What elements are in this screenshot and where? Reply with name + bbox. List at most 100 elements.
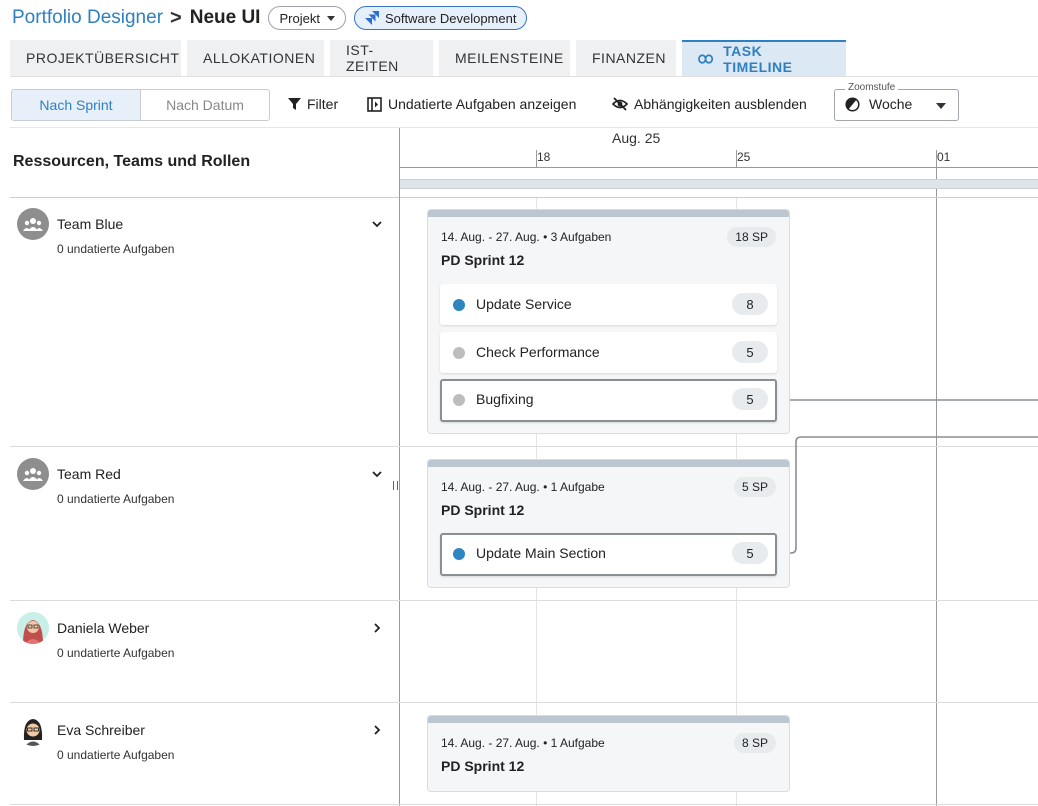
tab-label: MEILENSTEINE <box>455 50 564 66</box>
resize-handle-icon[interactable] <box>393 481 398 490</box>
sprint-meta: 14. Aug. - 27. Aug. • 1 Aufgabe <box>441 480 605 494</box>
timeline-tick <box>536 150 537 167</box>
sprint-meta: 14. Aug. - 27. Aug. • 3 Aufgaben <box>441 230 612 244</box>
timeline-tick <box>736 150 737 167</box>
breadcrumb-separator: > <box>170 6 182 29</box>
chevron-down-icon <box>936 103 946 109</box>
tab-label: TASK TIMELINE <box>723 43 793 75</box>
undated-tasks-icon <box>367 96 382 112</box>
row-divider <box>10 446 1038 447</box>
month-boundary-line <box>936 150 937 806</box>
task-card[interactable]: Update Service 8 <box>440 284 777 325</box>
status-dot <box>453 548 465 560</box>
chevron-down-icon[interactable] <box>371 218 383 230</box>
portfolio-link[interactable]: Portfolio Designer <box>12 7 163 29</box>
story-points-badge: 18 SP <box>727 227 776 247</box>
task-label: Update Main Section <box>476 545 606 561</box>
avatar <box>17 714 49 746</box>
zoom-select-value: Woche <box>869 96 913 112</box>
sprint-band <box>400 179 1038 189</box>
resource-name: Team Red <box>57 466 121 482</box>
integration-chip[interactable]: Software Development <box>353 6 528 30</box>
task-card[interactable]: Check Performance 5 <box>440 332 777 373</box>
tab-meilensteine[interactable]: MEILENSTEINE <box>439 40 570 76</box>
status-dot <box>453 299 465 311</box>
page-title: Neue UI <box>189 7 261 28</box>
filter-button[interactable]: Filter <box>288 96 338 112</box>
sprint-card-header-bar <box>428 716 789 723</box>
tab-allokationen[interactable]: ALLOKATIONEN <box>187 40 324 76</box>
undated-count: 0 undatierte Aufgaben <box>57 646 175 660</box>
tab-ist-zeiten[interactable]: IST-ZEITEN <box>330 40 433 76</box>
undated-count: 0 undatierte Aufgaben <box>57 242 175 256</box>
person-avatar-icon <box>23 620 43 644</box>
sprint-card-header-bar <box>428 460 789 467</box>
hide-dependencies-button[interactable]: Abhängigkeiten ausblenden <box>612 96 807 112</box>
show-undated-button[interactable]: Undatierte Aufgaben anzeigen <box>367 96 576 112</box>
resource-column-header: Ressourcen, Teams und Rollen <box>13 153 251 170</box>
timeline-day-label: 18 <box>537 150 551 164</box>
project-chip[interactable]: Projekt <box>268 6 346 30</box>
sprint-title: PD Sprint 12 <box>441 758 525 774</box>
hide-dependencies-label: Abhängigkeiten ausblenden <box>634 96 807 112</box>
undated-count: 0 undatierte Aufgaben <box>57 748 175 762</box>
chevron-right-icon[interactable] <box>371 724 383 736</box>
zoom-level-icon <box>845 96 860 112</box>
view-by-sprint-button[interactable]: Nach Sprint <box>12 90 141 120</box>
team-icon <box>23 218 43 231</box>
story-points-badge: 5 SP <box>733 477 776 497</box>
timeline-day-label: 01 <box>937 150 951 164</box>
tab-projektuebersicht[interactable]: PROJEKTÜBERSICHT <box>10 40 181 76</box>
sprint-card[interactable]: 14. Aug. - 27. Aug. • 3 Aufgaben 18 SP P… <box>427 209 790 434</box>
sprint-card[interactable]: 14. Aug. - 27. Aug. • 1 Aufgabe 5 SP PD … <box>427 459 790 588</box>
row-divider <box>10 600 1038 601</box>
tab-label: ALLOKATIONEN <box>203 50 316 66</box>
view-by-date-button[interactable]: Nach Datum <box>141 90 269 120</box>
avatar <box>17 612 49 644</box>
filter-label: Filter <box>307 96 339 112</box>
timeline-month-label: Aug. 25 <box>612 130 661 146</box>
eye-off-icon <box>612 97 628 111</box>
toolbar-divider <box>10 127 1038 128</box>
integration-chip-label: Software Development <box>384 10 517 26</box>
team-avatar <box>17 208 49 240</box>
person-avatar-icon <box>23 719 43 746</box>
status-dot <box>453 394 465 406</box>
task-points-badge: 8 <box>732 293 768 315</box>
tab-label: PROJEKTÜBERSICHT <box>26 50 180 66</box>
zoom-select[interactable]: Zoomstufe Woche <box>834 82 959 121</box>
breadcrumb: Portfolio Designer > Neue UI Projekt Sof… <box>12 5 528 31</box>
tab-label: IST-ZEITEN <box>346 42 399 74</box>
chevron-down-icon[interactable] <box>371 468 383 480</box>
show-undated-label: Undatierte Aufgaben anzeigen <box>388 96 577 112</box>
chevron-down-icon <box>326 15 335 21</box>
zoom-select-label: Zoomstufe <box>845 82 899 93</box>
team-avatar <box>17 458 49 490</box>
task-points-badge: 5 <box>732 341 768 363</box>
tab-finanzen[interactable]: FINANZEN <box>576 40 676 76</box>
team-icon <box>23 468 43 481</box>
resource-name: Eva Schreiber <box>57 722 145 738</box>
sprint-card[interactable]: 14. Aug. - 27. Aug. • 1 Aufgabe 8 SP PD … <box>427 715 790 792</box>
task-card[interactable]: Bugfixing 5 <box>440 379 777 422</box>
tab-bar: PROJEKTÜBERSICHT ALLOKATIONEN IST-ZEITEN… <box>10 40 852 76</box>
dependency-line <box>778 436 1038 554</box>
task-card[interactable]: Update Main Section 5 <box>440 533 777 576</box>
column-resize-divider[interactable] <box>399 128 400 806</box>
tab-task-timeline[interactable]: TASK TIMELINE <box>682 40 846 76</box>
chevron-right-icon[interactable] <box>371 622 383 634</box>
filter-icon <box>288 97 301 110</box>
task-label: Update Service <box>476 296 572 312</box>
task-points-badge: 5 <box>732 388 768 410</box>
task-label: Check Performance <box>476 344 600 360</box>
timeline-axis <box>400 167 1038 168</box>
story-points-badge: 8 SP <box>733 733 776 753</box>
sprint-title: PD Sprint 12 <box>441 502 525 518</box>
sprint-card-header-bar <box>428 210 789 217</box>
status-dot <box>453 347 465 359</box>
timeline-day-label: 25 <box>737 150 751 164</box>
sprint-meta: 14. Aug. - 27. Aug. • 1 Aufgabe <box>441 736 605 750</box>
jira-icon <box>364 11 379 25</box>
row-divider <box>10 702 1038 703</box>
tab-divider <box>10 76 1038 77</box>
